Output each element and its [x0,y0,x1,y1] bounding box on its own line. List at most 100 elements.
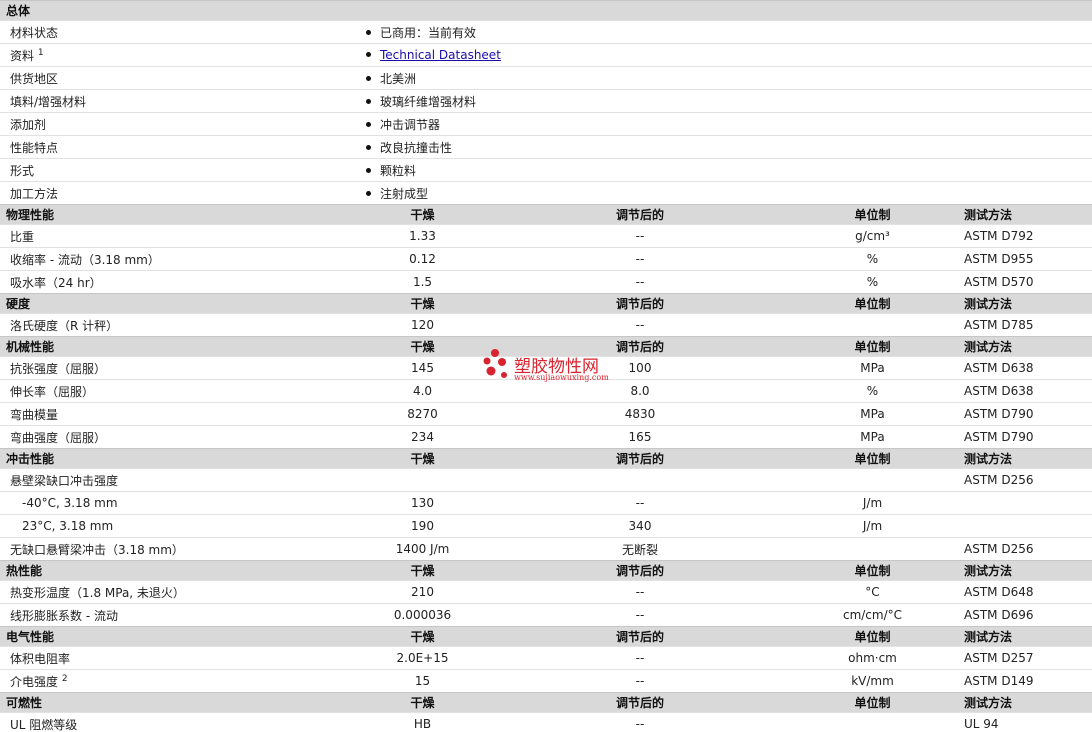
unit-value: MPa [795,425,950,449]
general-label-text: 添加剂 [10,117,47,132]
bullet-icon [366,98,371,104]
conditioned-value: 340 [485,514,795,538]
test-method: UL 94 [950,712,1092,732]
general-label-text: 加工方法 [10,186,59,201]
property-row: 无缺口悬臂梁冲击（3.18 mm） 1400 J/m 无断裂 ASTM D256 [0,537,1092,561]
dry-value: 1400 J/m [360,537,485,561]
general-value-text: 注射成型 [380,186,429,201]
conditioned-value: -- [485,669,795,693]
dry-value: 1.5 [360,270,485,294]
property-row: -40°C, 3.18 mm 130 -- J/m [0,491,1092,515]
test-method: ASTM D792 [950,224,1092,248]
bullet-icon [366,190,371,196]
dry-value: 234 [360,425,485,449]
column-header-method: 测试方法 [950,336,1092,357]
section-title: 机械性能 [0,336,360,357]
test-method: ASTM D149 [950,669,1092,693]
section-header: 物理性能 干燥 调节后的 单位制 测试方法 [0,204,1092,225]
conditioned-value: -- [485,491,795,515]
unit-value: % [795,247,950,271]
general-value-text: 已商用：当前有效 [380,25,477,40]
column-header-method: 测试方法 [950,448,1092,469]
column-header-unit: 单位制 [795,692,950,713]
column-header-dry: 干燥 [360,448,485,469]
general-row: 供货地区 北美洲 [0,66,1092,90]
general-value: 玻璃纤维增强材料 [360,89,1092,113]
bullet-icon [366,144,371,150]
test-method [950,514,1092,538]
property-label-text: 热变形温度（1.8 MPa, 未退火） [10,585,185,600]
property-label-text: 弯曲模量 [10,407,59,422]
general-label: 形式 [0,158,360,182]
section-header: 硬度 干燥 调节后的 单位制 测试方法 [0,293,1092,314]
general-label-text: 填料/增强材料 [10,94,87,109]
general-label-text: 形式 [10,163,35,178]
dry-value: 0.12 [360,247,485,271]
footnote-marker[interactable]: 1 [38,48,44,58]
general-value-text: 玻璃纤维增强材料 [380,94,477,109]
property-label-text: 体积电阻率 [10,651,71,666]
dry-value: 2.0E+15 [360,646,485,670]
property-label: -40°C, 3.18 mm [0,491,360,515]
section-title: 总体 [0,0,1092,21]
property-label: 体积电阻率 [0,646,360,670]
column-header-unit: 单位制 [795,560,950,581]
property-row: 比重 1.33 -- g/cm³ ASTM D792 [0,224,1092,248]
test-method: ASTM D790 [950,425,1092,449]
property-label-text: 吸水率（24 hr） [10,275,102,290]
dry-value: 8270 [360,402,485,426]
general-label-text: 资料 [10,48,35,63]
property-label-text: 洛氏硬度（R 计秤） [10,318,119,333]
general-value-text: 北美洲 [380,71,417,86]
dry-value: 0.000036 [360,603,485,627]
bullet-icon [366,29,371,35]
dry-value: 130 [360,491,485,515]
property-row: UL 阻燃等级 HB -- UL 94 [0,712,1092,732]
watermark-url: www.sujiaowuxing.com [514,373,609,382]
column-header-conditioned: 调节后的 [485,204,795,225]
general-value: 改良抗撞击性 [360,135,1092,159]
unit-value: MPa [795,402,950,426]
dry-value [360,468,485,492]
unit-value: MPa [795,356,950,380]
test-method: ASTM D648 [950,580,1092,604]
test-method: ASTM D257 [950,646,1092,670]
dry-value: 190 [360,514,485,538]
column-header-unit: 单位制 [795,293,950,314]
conditioned-value: -- [485,270,795,294]
section-title: 物理性能 [0,204,360,225]
general-value: Technical Datasheet [360,43,1092,67]
general-label-text: 材料状态 [10,25,59,40]
general-label-text: 供货地区 [10,71,59,86]
property-label-text: 抗张强度（屈服） [10,361,107,376]
dry-value: 120 [360,313,485,337]
conditioned-value: -- [485,580,795,604]
general-value: 注射成型 [360,181,1092,205]
property-label: 介电强度 2 [0,669,360,693]
bullet-icon [366,52,371,57]
column-header-dry: 干燥 [360,204,485,225]
general-label-text: 性能特点 [10,140,59,155]
unit-value [795,468,950,492]
property-label: 23°C, 3.18 mm [0,514,360,538]
property-label: 热变形温度（1.8 MPa, 未退火） [0,580,360,604]
property-row: 介电强度 2 15 -- kV/mm ASTM D149 [0,669,1092,693]
property-row: 体积电阻率 2.0E+15 -- ohm·cm ASTM D257 [0,646,1092,670]
column-header-conditioned: 调节后的 [485,560,795,581]
unit-value: cm/cm/°C [795,603,950,627]
unit-value: % [795,270,950,294]
unit-value [795,712,950,732]
property-label: 线形膨胀系数 - 流动 [0,603,360,627]
column-header-dry: 干燥 [360,560,485,581]
unit-value: ohm·cm [795,646,950,670]
test-method: ASTM D638 [950,356,1092,380]
dry-value: 15 [360,669,485,693]
footnote-marker[interactable]: 2 [62,674,68,684]
conditioned-value: 4830 [485,402,795,426]
test-method: ASTM D955 [950,247,1092,271]
property-label-text: UL 阻燃等级 [10,717,78,732]
section-title: 可燃性 [0,692,360,713]
technical-datasheet-link[interactable]: Technical Datasheet [380,48,501,62]
column-header-method: 测试方法 [950,626,1092,647]
conditioned-value: -- [485,247,795,271]
